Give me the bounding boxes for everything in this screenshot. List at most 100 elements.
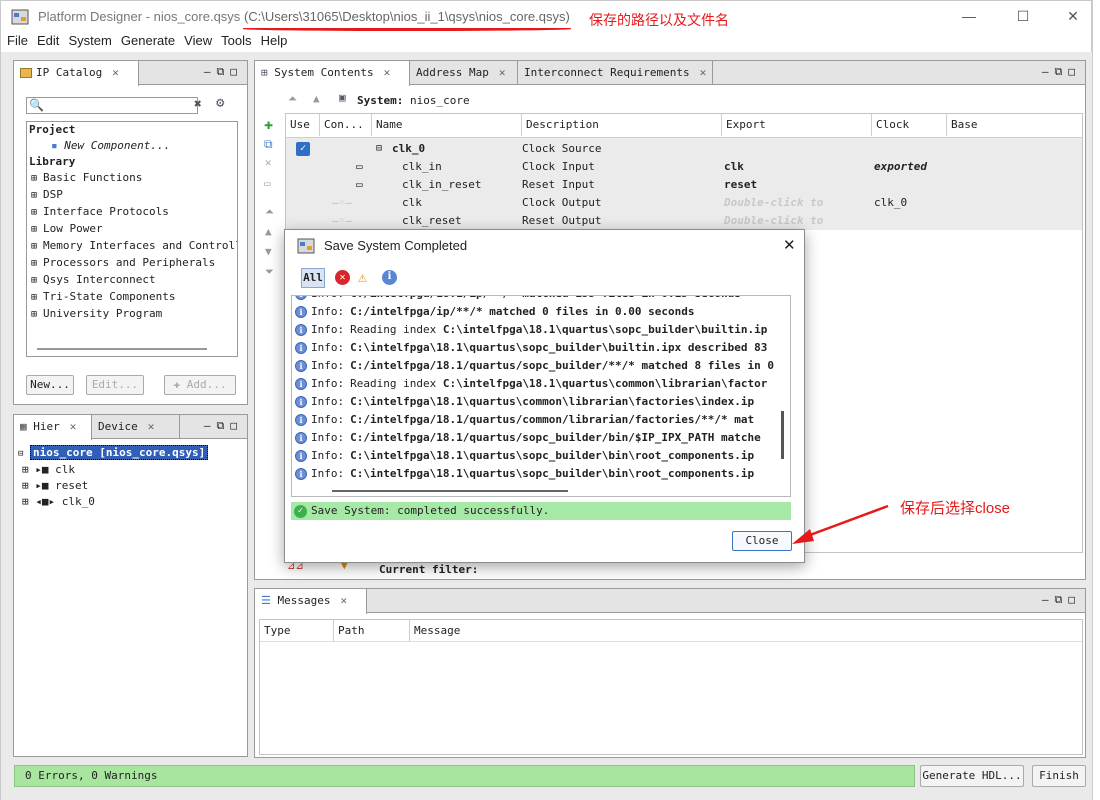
log-line[interactable]: i Info: C:\intelfpga\18.1\quartus\common\l…: [292, 393, 787, 411]
menu-edit[interactable]: Edit: [37, 32, 59, 50]
log-horizontal-scrollbar[interactable]: [332, 490, 568, 492]
move-bottom-icon[interactable]: ⏷: [265, 265, 274, 279]
minimize-button[interactable]: —: [951, 5, 987, 27]
log-line[interactable]: i Info: Reading index C:\intelfpga\18.1\qu…: [292, 321, 787, 339]
panel-window-buttons[interactable]: –⧉□: [1042, 65, 1081, 79]
remove-icon[interactable]: ✕: [265, 156, 272, 169]
library-item[interactable]: ⊞ Tri-State Components: [31, 289, 237, 306]
edit-button[interactable]: Edit...: [86, 375, 144, 395]
col-base[interactable]: Base: [947, 114, 1047, 136]
log-line[interactable]: i Info: C:/intelfpga/18.1/quartus/sopc_bui…: [292, 429, 787, 447]
library-item[interactable]: ⊞ Memory Interfaces and Controllers: [31, 238, 237, 255]
expand-icon[interactable]: ⊞: [31, 258, 43, 269]
warning-filter-icon[interactable]: ⚠: [358, 268, 367, 286]
expand-icon[interactable]: ⊞: [31, 241, 43, 252]
hierarchy-root[interactable]: ⊟ nios_core [nios_core.qsys]: [18, 445, 243, 462]
expand-icon[interactable]: ⊞: [31, 207, 43, 218]
edit-icon[interactable]: ▭: [264, 177, 271, 190]
add-component-icon[interactable]: ✚: [264, 115, 273, 133]
tab-ip-catalog[interactable]: IP Catalog ✕: [14, 61, 139, 86]
library-item[interactable]: ⊞ DSP: [31, 187, 237, 204]
move-down-icon[interactable]: ▼: [265, 245, 272, 258]
table-row[interactable]: —◦— clk Clock Output Double-click to clk…: [286, 194, 1082, 212]
close-tab-icon[interactable]: ✕: [499, 66, 506, 79]
table-row[interactable]: ✓ ⊟ clk_0 Clock Source: [286, 140, 1082, 158]
hierarchy-item-clk0[interactable]: ⊞ ◂■▸ clk_0: [22, 494, 243, 510]
expand-icon[interactable]: ⊞: [31, 224, 43, 235]
collapse-up-icon[interactable]: ⏶: [288, 92, 297, 106]
catalog-search-input[interactable]: 🔍: [26, 97, 198, 114]
close-tab-icon[interactable]: ✕: [340, 594, 347, 607]
move-top-icon[interactable]: ⏶: [265, 205, 274, 219]
library-item[interactable]: ⊞ Processors and Peripherals: [31, 255, 237, 272]
menu-view[interactable]: View: [184, 32, 212, 50]
dialog-close-icon[interactable]: ✕: [783, 236, 796, 254]
tab-interconnect-requirements[interactable]: Interconnect Requirements ✕: [518, 61, 713, 85]
col-connections[interactable]: Con...: [320, 114, 372, 136]
log-line[interactable]: i Info: C:\intelfpga\18.1\quartus\sopc_bui…: [292, 339, 787, 357]
horizontal-scrollbar[interactable]: [37, 348, 207, 350]
collapse-icon[interactable]: ⊟: [376, 140, 382, 158]
menu-file[interactable]: File: [7, 32, 28, 50]
library-item[interactable]: ⊞ Basic Functions: [31, 170, 237, 187]
hierarchy-item-reset[interactable]: ⊞ ▸■ reset: [22, 478, 243, 494]
info-filter-icon[interactable]: i: [382, 270, 397, 285]
tab-system-contents[interactable]: ⊞ System Contents ✕: [255, 61, 410, 86]
close-tab-icon[interactable]: ✕: [384, 66, 391, 79]
add-button[interactable]: ✚ Add...: [164, 375, 236, 395]
col-path[interactable]: Path: [334, 620, 410, 642]
panel-window-buttons[interactable]: –⧉□: [204, 419, 243, 433]
log-line[interactable]: i Info: C:\intelfpga\18.1\quartus\sopc_bui…: [292, 447, 787, 465]
hierarchy-item-clk[interactable]: ⊞ ▸■ clk: [22, 462, 243, 478]
tab-device[interactable]: Device ✕: [92, 415, 180, 439]
log-line[interactable]: iInfo:C:/intelfpga/18.1/ip/**/* matched …: [292, 296, 787, 303]
gear-icon[interactable]: ⚙: [216, 95, 224, 111]
tab-messages[interactable]: ☰ Messages ✕: [255, 589, 367, 614]
window-close-button[interactable]: ✕: [1055, 5, 1091, 27]
move-up-icon[interactable]: ▲: [265, 225, 272, 238]
close-tab-icon[interactable]: ✕: [112, 66, 119, 79]
connect-icon[interactable]: ⧉: [264, 137, 273, 152]
use-checkbox[interactable]: ✓: [296, 142, 310, 156]
log-vertical-scrollbar[interactable]: [781, 411, 784, 459]
expand-icon[interactable]: ⊞: [31, 292, 43, 303]
menu-system[interactable]: System: [68, 32, 111, 50]
col-description[interactable]: Description: [522, 114, 722, 136]
maximize-button[interactable]: ☐: [1005, 5, 1041, 27]
expand-icon[interactable]: ⊞: [31, 173, 43, 184]
log-line[interactable]: i Info: C:/intelfpga/18.1/quartus/common/l…: [292, 411, 787, 429]
panel-window-buttons[interactable]: –⧉□: [1042, 593, 1081, 607]
col-use[interactable]: Use: [286, 114, 320, 136]
table-row[interactable]: ▭ clk_in_reset Reset Input reset: [286, 176, 1082, 194]
col-name[interactable]: Name: [372, 114, 522, 136]
log-line[interactable]: i Info: C:/intelfpga/ip/**/* matched 0 fil…: [292, 303, 787, 321]
new-button[interactable]: New...: [26, 375, 74, 395]
library-item[interactable]: ⊞ Low Power: [31, 221, 237, 238]
close-tab-icon[interactable]: ✕: [70, 420, 77, 433]
log-line[interactable]: i Info: Reading index C:\intelfpga\18.1\qu…: [292, 375, 787, 393]
table-row[interactable]: ▭ clk_in Clock Input clk exported: [286, 158, 1082, 176]
expand-icon[interactable]: ⊞: [31, 275, 43, 286]
menu-help[interactable]: Help: [261, 32, 288, 50]
col-message[interactable]: Message: [410, 620, 710, 642]
library-item[interactable]: ⊞ Interface Protocols: [31, 204, 237, 221]
tree-project[interactable]: Project: [29, 122, 237, 138]
log-line[interactable]: i Info: C:/intelfpga/18.1/quartus/sopc_bui…: [292, 357, 787, 375]
tree-library[interactable]: Library: [29, 154, 237, 170]
col-type[interactable]: Type: [260, 620, 334, 642]
col-clock[interactable]: Clock: [872, 114, 947, 136]
finish-button[interactable]: Finish: [1032, 765, 1086, 787]
filter-all-button[interactable]: All: [301, 268, 325, 288]
col-export[interactable]: Export: [722, 114, 872, 136]
expand-icon[interactable]: ⊞: [31, 190, 43, 201]
library-item[interactable]: ⊞ University Program: [31, 306, 237, 323]
move-up-icon[interactable]: ▲: [313, 92, 320, 105]
log-line[interactable]: i Info: C:\intelfpga\18.1\quartus\sopc_bui…: [292, 465, 787, 483]
library-item[interactable]: ⊞ Qsys Interconnect: [31, 272, 237, 289]
menu-tools[interactable]: Tools: [221, 32, 251, 50]
tree-new-component[interactable]: ▪ New Component...: [51, 138, 237, 154]
generate-hdl-button[interactable]: Generate HDL...: [920, 765, 1024, 787]
close-tab-icon[interactable]: ✕: [700, 66, 707, 79]
menu-generate[interactable]: Generate: [121, 32, 175, 50]
error-filter-icon[interactable]: ✕: [335, 270, 350, 285]
